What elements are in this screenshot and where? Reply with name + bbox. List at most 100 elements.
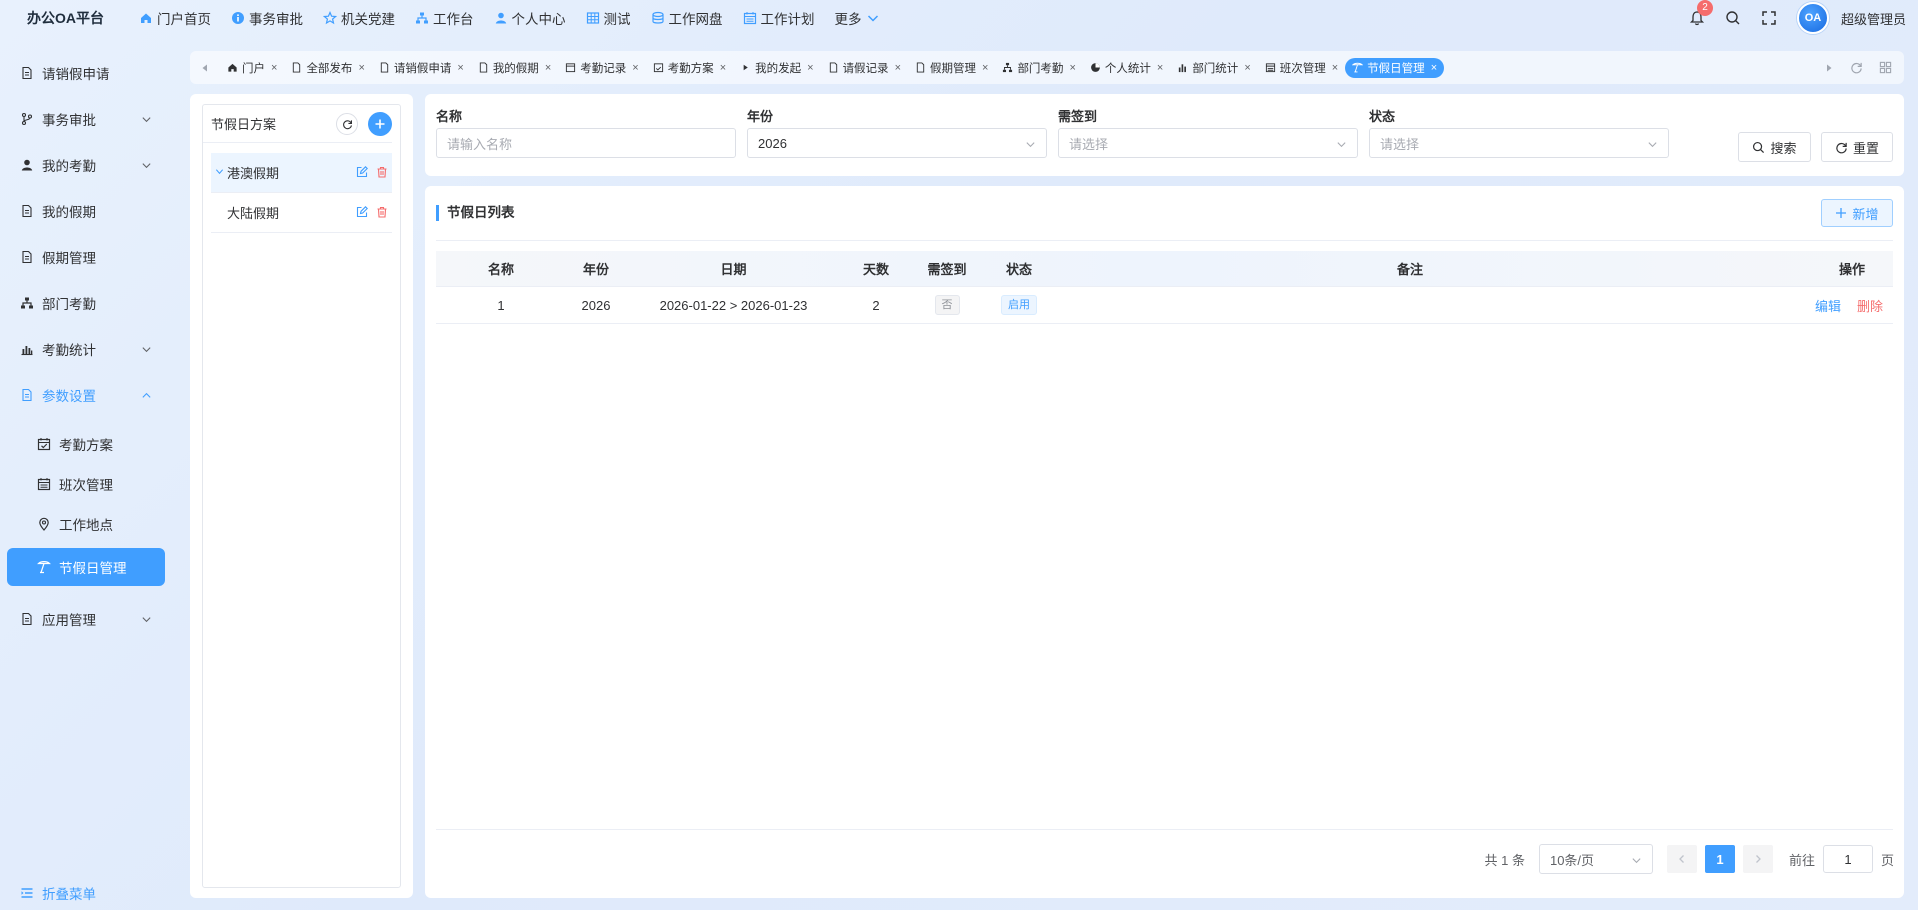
prev-page-button[interactable] [1666,845,1697,873]
topnav-item-portal[interactable]: 门户首页 [139,8,211,28]
plan-node-label: 港澳假期 [227,166,280,181]
search-icon[interactable] [1725,10,1741,26]
refresh-plans-button[interactable] [336,113,358,135]
branch-icon [21,112,33,126]
tab-my-initiated[interactable]: 我的发起 × [733,58,820,78]
close-icon[interactable]: × [720,62,726,74]
name-input[interactable]: 请输入名称 [436,128,736,158]
doc-icon [829,62,837,73]
reset-button-label: 重置 [1852,140,1879,156]
tab-leave-records[interactable]: 请假记录 × [821,58,908,78]
status-select[interactable]: 请选择 [1369,128,1669,158]
add-plan-button[interactable] [368,112,392,136]
tab-portal[interactable]: 门户 × [220,58,284,78]
refresh-icon[interactable] [1850,61,1863,74]
edit-icon[interactable] [356,206,368,218]
topnav-item-plan[interactable]: 工作计划 [743,8,815,28]
reset-button[interactable]: 重置 [1821,132,1893,162]
search-button[interactable]: 搜索 [1738,132,1811,162]
sidebar-item-label: 我的假期 [42,205,96,220]
topnav-item-drive[interactable]: 工作网盘 [651,8,723,28]
notification-button[interactable]: 2 [1689,0,1713,26]
close-icon[interactable]: × [807,62,813,74]
close-icon[interactable]: × [1069,62,1075,74]
plan-node-mainland[interactable]: 大陆假期 [211,193,392,233]
close-icon[interactable]: × [982,62,988,74]
tab-shift-management[interactable]: 班次管理 × [1258,58,1345,78]
delete-icon[interactable] [376,166,388,178]
sidebar-item-my-leave[interactable]: 我的假期 [0,188,172,234]
menu-fold-icon [21,888,33,898]
org-icon [1003,62,1013,73]
refresh-icon [1836,142,1847,153]
tabs-scroll-left[interactable] [190,51,220,84]
sidebar-item-my-attendance[interactable]: 我的考勤 [0,142,172,188]
next-page-button[interactable] [1742,845,1773,873]
topnav-item-party[interactable]: 机关党建 [323,8,395,28]
topnav-item-more[interactable]: 更多 [835,8,880,28]
tab-my-leave[interactable]: 我的假期 × [471,58,558,78]
page-size-select[interactable]: 10条/页 [1538,844,1653,874]
topnav-item-workbench[interactable]: 工作台 [415,8,474,28]
tab-dept-stats[interactable]: 部门统计 × [1170,58,1257,78]
chevron-down-icon [215,169,224,175]
topnav-item-approval[interactable]: 事务审批 [231,8,303,28]
page-number-current[interactable]: 1 [1704,845,1735,873]
goto-page-input[interactable]: 1 [1822,845,1873,873]
collapse-menu-button[interactable]: 折叠菜单 [20,883,96,903]
close-icon[interactable]: × [1431,62,1437,74]
add-holiday-button[interactable]: 新增 [1821,199,1893,227]
close-icon[interactable]: × [457,62,463,74]
close-icon[interactable]: × [895,62,901,74]
avatar[interactable]: OA [1796,2,1829,34]
close-icon[interactable]: × [358,62,364,74]
delete-icon[interactable] [376,206,388,218]
sidebar-item-approval[interactable]: 事务审批 [0,96,172,142]
close-icon[interactable]: × [271,62,277,74]
sidebar-subitem-label: 节假日管理 [59,561,127,576]
close-icon[interactable]: × [1244,62,1250,74]
username[interactable]: 超级管理员 [1841,9,1906,28]
topnav-item-test[interactable]: 测试 [586,8,631,28]
topnav-item-personal[interactable]: 个人中心 [494,8,566,28]
chevron-down-icon [867,15,878,22]
year-select[interactable]: 2026 [747,128,1047,158]
sidebar-item-leave-request[interactable]: 请销假申请 [0,50,172,96]
tab-attendance-records[interactable]: 考勤记录 × [558,58,645,78]
home-icon [228,63,237,72]
close-icon[interactable]: × [1332,62,1338,74]
sidebar-subitem-holiday-management[interactable]: 节假日管理 [7,548,165,586]
plan-node-hk-macao[interactable]: 港澳假期 [211,153,392,193]
app-logo[interactable]: 办公OA平台 [27,8,117,28]
fullscreen-icon[interactable] [1761,10,1777,26]
tab-all-published[interactable]: 全部发布 × [284,58,371,78]
sidebar-subitem-shift-management[interactable]: 班次管理 [0,464,172,504]
sidebar-item-settings[interactable]: 参数设置 [0,372,172,418]
sidebar-item-leave-management[interactable]: 假期管理 [0,234,172,280]
edit-icon[interactable] [356,166,368,178]
tab-personal-stats[interactable]: 个人统计 × [1083,58,1170,78]
grid-menu-icon[interactable] [1879,61,1892,74]
edit-link[interactable]: 编辑 [1815,296,1841,315]
tab-leave-management[interactable]: 假期管理 × [908,58,995,78]
need-sign-select[interactable]: 请选择 [1058,128,1358,158]
sidebar-subitem-work-location[interactable]: 工作地点 [0,504,172,544]
calendar-icon [743,12,756,25]
sidebar-item-app-management[interactable]: 应用管理 [0,596,172,642]
tab-holiday-management[interactable]: 节假日管理 × [1345,57,1445,78]
chart-icon [21,346,33,356]
table-row[interactable]: 1 2026 2026-01-22 > 2026-01-23 2 否 启用 编辑… [436,287,1893,324]
tab-attendance-plan[interactable]: 考勤方案 × [646,58,733,78]
close-icon[interactable]: × [632,62,638,74]
tab-dept-attendance[interactable]: 部门考勤 × [995,58,1082,78]
chevron-up-icon [142,392,151,398]
close-icon[interactable]: × [1157,62,1163,74]
delete-link[interactable]: 删除 [1857,296,1883,315]
tab-leave-request[interactable]: 请销假申请 × [372,58,471,78]
sidebar-item-dept-attendance[interactable]: 部门考勤 [0,280,172,326]
holiday-list-title: 节假日列表 [436,205,515,221]
sidebar-subitem-attendance-plan[interactable]: 考勤方案 [0,424,172,464]
caret-right-icon[interactable] [1824,63,1834,73]
close-icon[interactable]: × [545,62,551,74]
sidebar-item-attendance-stats[interactable]: 考勤统计 [0,326,172,372]
